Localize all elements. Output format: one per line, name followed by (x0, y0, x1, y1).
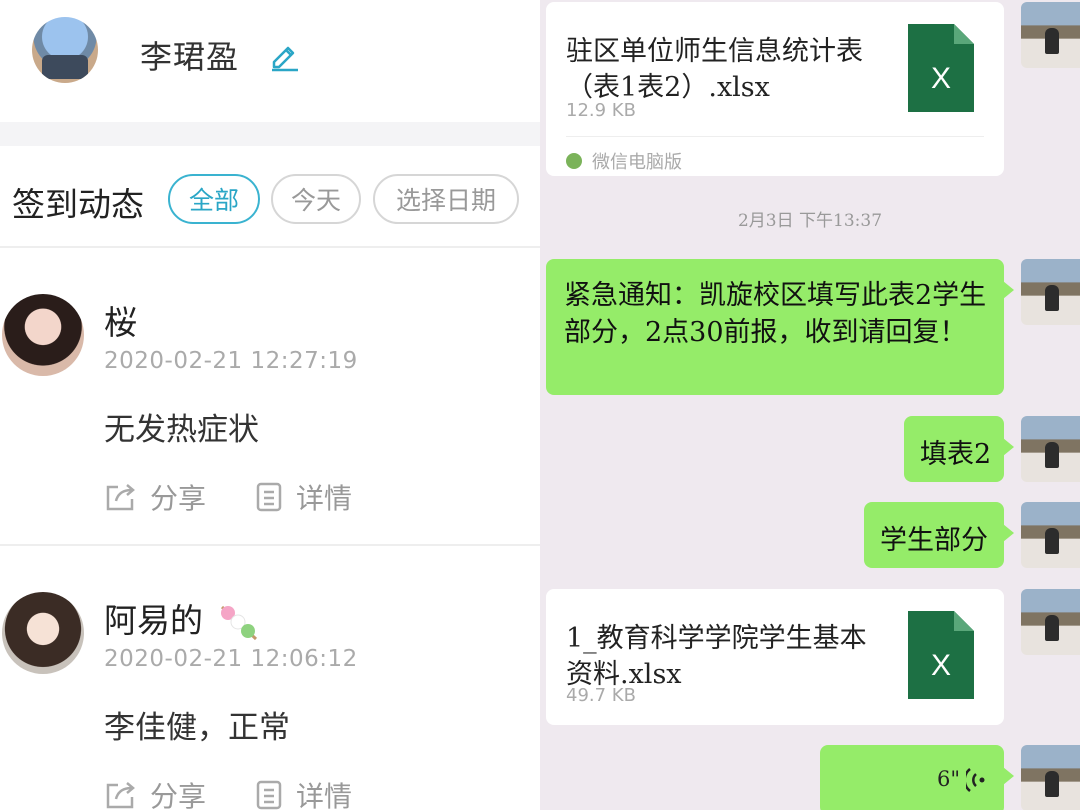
avatar[interactable] (1021, 745, 1080, 810)
detail-button[interactable]: 详情 (254, 775, 352, 810)
post-actions: 分享 详情 (104, 776, 400, 810)
avatar[interactable] (1021, 502, 1080, 568)
file-size: 12.9 KB (566, 100, 636, 121)
svg-text:X: X (931, 649, 951, 682)
file-name: 驻区单位师生信息统计表（表1表2）.xlsx (566, 36, 863, 103)
excel-file-icon: X (908, 611, 974, 699)
post-time: 2020-02-21 12:06:12 (104, 646, 358, 672)
chat-timestamp: 2月3日 下午13:37 (737, 211, 883, 231)
share-button[interactable]: 分享 (104, 775, 206, 810)
message-bubble[interactable]: 紧急通知：凯旋校区填写此表2学生部分，2点30前报，收到请回复！ (546, 259, 1014, 395)
filter-chip-select-date[interactable]: 选择日期 (373, 174, 519, 224)
filter-bar: 签到动态 全部 今天 选择日期 (0, 146, 540, 248)
list-item: 桜 2020-02-21 12:27:19 无发热症状 分享 详情 (0, 250, 540, 546)
message-bubble[interactable]: 学生部分 (864, 502, 1014, 568)
message-text: 填表2 (920, 439, 992, 470)
detail-label: 详情 (296, 482, 353, 515)
filter-chip-today[interactable]: 今天 (271, 174, 361, 224)
avatar[interactable] (2, 294, 84, 376)
divider (566, 136, 984, 137)
file-name: 1_教育科学学院学生基本资料.xlsx (566, 623, 867, 690)
voice-message[interactable]: 6" (820, 745, 1014, 810)
file-size: 49.7 KB (566, 685, 636, 706)
post-author-text: 阿易的 (104, 601, 203, 640)
post-time: 2020-02-21 12:27:19 (104, 348, 358, 374)
avatar[interactable] (32, 17, 98, 83)
list-item: 阿易的 2020-02-21 12:06:12 李佳健，正常 分享 详情 (0, 548, 540, 810)
post-actions: 分享 详情 (104, 478, 400, 516)
post-content: 无发热症状 (104, 412, 259, 448)
post-author: 桜 (104, 303, 137, 342)
wechat-icon (566, 153, 582, 169)
profile-name: 李珺盈 (140, 38, 240, 76)
share-button[interactable]: 分享 (104, 477, 206, 517)
share-icon (106, 484, 135, 511)
file-message[interactable]: 驻区单位师生信息统计表（表1表2）.xlsx 12.9 KB X 微信电脑版 (546, 2, 1004, 176)
post-content: 李佳健，正常 (104, 710, 290, 746)
pencil-icon[interactable] (266, 36, 302, 72)
voice-duration: 6" (936, 767, 960, 791)
svg-text:X: X (931, 62, 951, 95)
checkin-panel: 李珺盈 签到动态 全部 今天 选择日期 桜 2020-02-21 12:27:1… (0, 0, 540, 810)
document-icon (256, 482, 282, 512)
share-label: 分享 (150, 780, 207, 810)
file-source: 微信电脑版 (566, 148, 682, 174)
avatar[interactable] (1021, 589, 1080, 655)
avatar[interactable] (1021, 259, 1080, 325)
file-source-label: 微信电脑版 (592, 152, 682, 173)
file-message[interactable]: 1_教育科学学院学生基本资料.xlsx 49.7 KB X (546, 589, 1004, 725)
message-bubble[interactable]: 填表2 (904, 416, 1014, 482)
share-label: 分享 (150, 482, 207, 515)
post-author: 阿易的 (104, 594, 260, 643)
avatar[interactable] (2, 592, 84, 674)
profile-header: 李珺盈 (0, 0, 540, 122)
avatar[interactable] (1021, 416, 1080, 482)
document-icon (256, 780, 282, 810)
share-icon (106, 782, 135, 809)
detail-button[interactable]: 详情 (254, 477, 352, 517)
avatar[interactable] (1021, 2, 1080, 68)
section-divider (0, 122, 540, 146)
dango-icon (220, 605, 257, 640)
excel-file-icon: X (908, 24, 974, 112)
filter-title: 签到动态 (12, 185, 144, 224)
chat-panel: 驻区单位师生信息统计表（表1表2）.xlsx 12.9 KB X 微信电脑版 2… (540, 0, 1080, 810)
detail-label: 详情 (296, 780, 353, 810)
message-text: 紧急通知：凯旋校区填写此表2学生部分，2点30前报，收到请回复！ (564, 280, 987, 348)
filter-chip-all[interactable]: 全部 (168, 174, 260, 224)
voice-wave-icon (966, 768, 985, 792)
message-text: 学生部分 (880, 525, 988, 556)
